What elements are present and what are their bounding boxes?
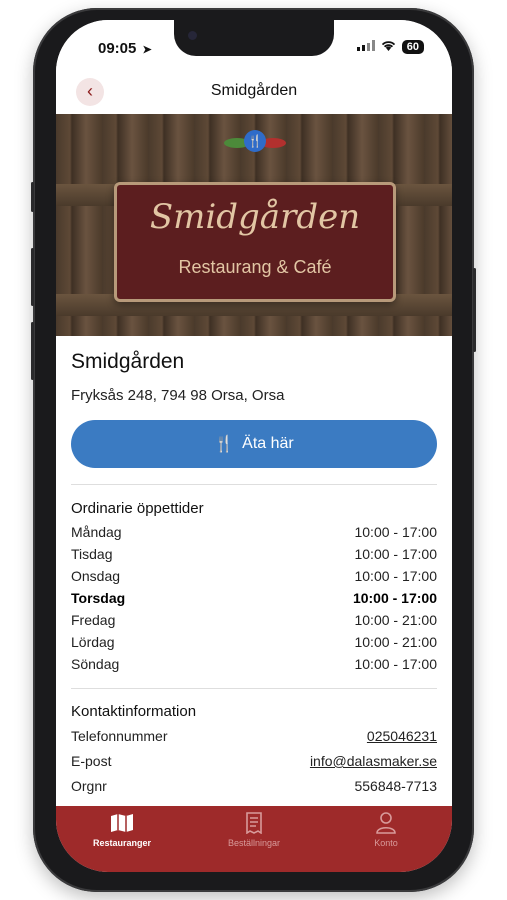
restaurant-details: Smidgården Fryksås 248, 794 98 Orsa, Ors… — [56, 336, 452, 806]
page-title: Smidgården — [210, 82, 298, 99]
tab-account[interactable]: Konto — [320, 806, 452, 872]
contact-title: Kontaktinformation — [71, 703, 197, 720]
hours-time: 10:00 - 17:00 — [352, 590, 437, 606]
volume-up-button — [31, 248, 34, 306]
email-label: E-post — [71, 753, 112, 769]
hours-day: Måndag — [71, 524, 122, 540]
hours-day: Torsdag — [71, 590, 126, 606]
power-button — [473, 268, 476, 352]
wifi-icon — [381, 40, 396, 54]
tab-orders[interactable]: Beställningar — [188, 806, 320, 872]
hours-day: Fredag — [71, 612, 116, 628]
contact-row-email: E-post info@dalasmaker.se — [71, 753, 437, 777]
volume-down-button — [31, 322, 34, 380]
notch — [174, 20, 334, 56]
map-icon — [110, 812, 134, 834]
person-icon — [376, 812, 396, 834]
hours-time: 10:00 - 17:00 — [354, 656, 437, 672]
hours-row-wednesday: Onsdag 10:00 - 17:00 — [71, 568, 437, 590]
screen: 09:05 ➤ 60 ‹ Smidgården 🍴 Smidgården Res… — [56, 20, 452, 872]
hours-row-tuesday: Tisdag 10:00 - 17:00 — [71, 546, 437, 568]
opening-hours-title: Ordinarie öppettider — [71, 500, 204, 517]
sign-subtitle: Restaurang & Café — [178, 257, 332, 277]
orgnr-value: 556848-7713 — [354, 778, 437, 794]
hours-time: 10:00 - 17:00 — [354, 524, 437, 540]
sign-title: Smidgården — [149, 197, 361, 237]
eat-here-button[interactable]: 🍴 Äta här — [71, 420, 437, 468]
hours-row-monday: Måndag 10:00 - 17:00 — [71, 524, 437, 546]
eat-here-label: Äta här — [242, 435, 294, 452]
restaurant-name: Smidgården — [71, 350, 185, 373]
nav-bar: ‹ Smidgården — [56, 76, 452, 114]
hours-day: Lördag — [71, 634, 115, 650]
cutlery-emblem-icon: 🍴 — [224, 126, 286, 160]
receipt-icon — [245, 812, 263, 834]
divider — [71, 688, 437, 689]
location-arrow-icon: ➤ — [142, 44, 152, 56]
tab-restaurants[interactable]: Restauranger — [56, 806, 188, 872]
front-camera — [188, 31, 197, 40]
tab-bar: Restauranger Beställningar Konto — [56, 806, 452, 872]
restaurant-sign: Smidgården Restaurang & Café — [114, 182, 396, 302]
status-icons: 60 — [356, 40, 424, 54]
tab-label: Restauranger — [92, 838, 152, 848]
hours-row-saturday: Lördag 10:00 - 21:00 — [71, 634, 437, 656]
hours-time: 10:00 - 17:00 — [354, 568, 437, 584]
tab-label: Konto — [374, 838, 398, 848]
fork-knife-icon: 🍴 — [214, 436, 235, 453]
signal-icon — [356, 40, 375, 54]
battery-icon: 60 — [401, 40, 424, 54]
hours-day: Onsdag — [71, 568, 121, 584]
contact-row-orgnr: Orgnr 556848-7713 — [71, 778, 437, 802]
hours-day: Söndag — [71, 656, 120, 672]
mute-switch — [31, 182, 34, 212]
tab-label: Beställningar — [227, 838, 281, 848]
phone-label: Telefonnummer — [71, 728, 168, 744]
restaurant-address: Fryksås 248, 794 98 Orsa, Orsa — [71, 387, 285, 404]
hours-time: 10:00 - 17:00 — [354, 546, 437, 562]
hours-time: 10:00 - 21:00 — [354, 634, 437, 650]
email-link[interactable]: info@dalasmaker.se — [310, 753, 437, 777]
divider — [71, 484, 437, 485]
phone-link[interactable]: 025046231 — [367, 728, 437, 752]
hours-time: 10:00 - 21:00 — [354, 612, 437, 628]
hours-day: Tisdag — [71, 546, 113, 562]
hours-row-thursday: Torsdag 10:00 - 17:00 — [71, 590, 437, 612]
restaurant-hero-image: 🍴 Smidgården Restaurang & Café — [56, 114, 452, 336]
orgnr-label: Orgnr — [71, 778, 107, 794]
status-time-text: 09:05 — [98, 40, 137, 57]
hours-row-sunday: Söndag 10:00 - 17:00 — [71, 656, 437, 678]
status-time: 09:05 ➤ — [98, 40, 152, 57]
hours-row-friday: Fredag 10:00 - 21:00 — [71, 612, 437, 634]
contact-row-phone: Telefonnummer 025046231 — [71, 728, 437, 752]
